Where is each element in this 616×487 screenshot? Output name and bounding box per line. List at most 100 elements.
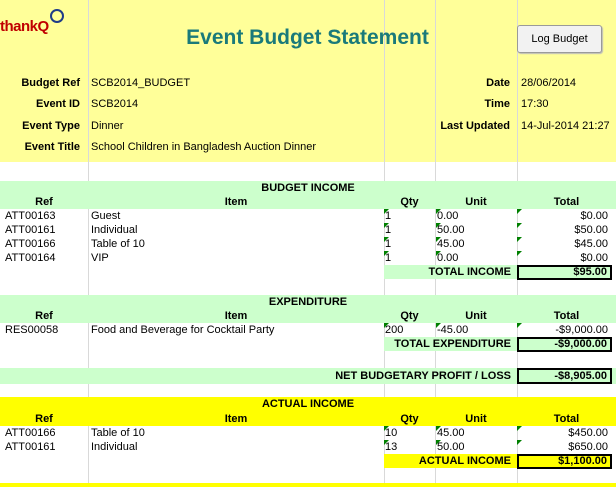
cell-total[interactable]: $50.00 <box>518 223 608 237</box>
cell-item[interactable]: Individual <box>91 223 381 237</box>
cell-qty[interactable]: 1 <box>385 209 433 223</box>
col-qty: Qty <box>400 196 419 208</box>
col-unit: Unit <box>465 310 487 322</box>
actual-income-total-label: ACTUAL INCOME <box>384 454 517 468</box>
cell-qty[interactable]: 10 <box>385 426 433 440</box>
cell-comment-marker-icon <box>517 223 522 228</box>
col-qty: Qty <box>400 310 419 322</box>
col-item: Item <box>224 196 248 208</box>
cell-unit[interactable]: 50.00 <box>437 223 515 237</box>
cell-comment-marker-icon <box>436 251 441 256</box>
expenditure-header-row: Ref Item Qty Unit Total <box>0 309 616 323</box>
cell-item[interactable]: VIP <box>91 251 381 265</box>
table-row: ATT00166 Table of 10 10 45.00 $450.00 <box>0 426 616 440</box>
cell-unit[interactable]: 0.00 <box>437 209 515 223</box>
last-updated-label: Last Updated <box>440 120 510 132</box>
actual-income-total-row: ACTUAL INCOME $1,100.00 <box>0 454 616 469</box>
cell-comment-marker-icon <box>517 209 522 214</box>
cell-qty[interactable]: 1 <box>385 223 433 237</box>
total-income-label: TOTAL INCOME <box>384 265 517 279</box>
event-id-value: SCB2014 <box>91 98 139 110</box>
cell-item[interactable]: Table of 10 <box>91 237 381 251</box>
net-profit-value[interactable]: -$8,905.00 <box>517 368 612 384</box>
cell-comment-marker-icon <box>436 426 441 431</box>
col-ref: Ref <box>35 413 53 425</box>
actual-income-header-row: Ref Item Qty Unit Total <box>0 412 616 426</box>
cell-total[interactable]: $0.00 <box>518 251 608 265</box>
cell-comment-marker-icon <box>384 426 389 431</box>
last-updated-value: 14-Jul-2014 21:27 <box>521 120 610 132</box>
col-total: Total <box>553 413 580 425</box>
next-section-band <box>0 483 616 487</box>
cell-total[interactable]: $45.00 <box>518 237 608 251</box>
cell-ref[interactable]: ATT00161 <box>5 223 88 237</box>
cell-unit[interactable]: 45.00 <box>437 237 515 251</box>
log-budget-button[interactable]: Log Budget <box>517 25 602 53</box>
cell-unit[interactable]: -45.00 <box>437 323 515 337</box>
cell-item[interactable]: Guest <box>91 209 381 223</box>
event-type-label: Event Type <box>22 120 80 132</box>
total-income-row: TOTAL INCOME $95.00 <box>0 265 616 280</box>
cell-ref[interactable]: ATT00166 <box>5 426 88 440</box>
cell-ref[interactable]: ATT00164 <box>5 251 88 265</box>
cell-unit[interactable]: 45.00 <box>437 426 515 440</box>
cell-ref[interactable]: ATT00163 <box>5 209 88 223</box>
date-value: 28/06/2014 <box>521 77 577 89</box>
total-expenditure-row: TOTAL EXPENDITURE -$9,000.00 <box>0 337 616 352</box>
cell-item[interactable]: Table of 10 <box>91 426 381 440</box>
col-unit: Unit <box>465 413 487 425</box>
event-title-value: School Children in Bangladesh Auction Di… <box>91 141 317 153</box>
cell-comment-marker-icon <box>384 251 389 256</box>
logo-person-icon <box>50 9 64 23</box>
budget-income-header-row: Ref Item Qty Unit Total <box>0 195 616 209</box>
total-expenditure-label: TOTAL EXPENDITURE <box>384 337 517 351</box>
cell-qty[interactable]: 1 <box>385 237 433 251</box>
cell-total[interactable]: $0.00 <box>518 209 608 223</box>
table-row: ATT00166 Table of 10 1 45.00 $45.00 <box>0 237 616 251</box>
cell-unit[interactable]: 0.00 <box>437 251 515 265</box>
col-item: Item <box>224 310 248 322</box>
date-label: Date <box>486 77 510 89</box>
cell-qty[interactable]: 13 <box>385 440 433 454</box>
spreadsheet: thankQ Event Budget Statement Log Budget… <box>0 0 616 487</box>
cell-comment-marker-icon <box>436 237 441 242</box>
cell-total[interactable]: -$9,000.00 <box>518 323 608 337</box>
cell-comment-marker-icon <box>436 223 441 228</box>
event-id-label: Event ID <box>35 98 80 110</box>
thankq-logo: thankQ <box>0 8 70 36</box>
table-row: ATT00161 Individual 1 50.00 $50.00 <box>0 223 616 237</box>
col-unit: Unit <box>465 196 487 208</box>
cell-comment-marker-icon <box>384 237 389 242</box>
cell-ref[interactable]: RES00058 <box>5 323 88 337</box>
cell-comment-marker-icon <box>384 209 389 214</box>
total-income-value[interactable]: $95.00 <box>517 265 612 280</box>
total-expenditure-value[interactable]: -$9,000.00 <box>517 337 612 352</box>
table-row: RES00058 Food and Beverage for Cocktail P… <box>0 323 616 337</box>
actual-income-title-row: ACTUAL INCOME <box>0 397 616 412</box>
cell-ref[interactable]: ATT00166 <box>5 237 88 251</box>
actual-income-title: ACTUAL INCOME <box>261 398 355 410</box>
cell-unit[interactable]: 50.00 <box>437 440 515 454</box>
col-total: Total <box>553 310 580 322</box>
table-row: ATT00161 Individual 13 50.00 $650.00 <box>0 440 616 454</box>
cell-qty[interactable]: 1 <box>385 251 433 265</box>
page-title: Event Budget Statement <box>186 26 429 49</box>
col-item: Item <box>224 413 248 425</box>
cell-item[interactable]: Food and Beverage for Cocktail Party <box>91 323 381 337</box>
cell-qty[interactable]: 200 <box>385 323 433 337</box>
cell-ref[interactable]: ATT00161 <box>5 440 88 454</box>
cell-item[interactable]: Individual <box>91 440 381 454</box>
actual-income-total-value[interactable]: $1,100.00 <box>517 454 612 469</box>
cell-comment-marker-icon <box>517 323 522 328</box>
net-profit-row: NET BUDGETARY PROFIT / LOSS -$8,905.00 <box>0 368 616 384</box>
time-label: Time <box>484 98 510 110</box>
net-profit-label: NET BUDGETARY PROFIT / LOSS <box>335 370 511 382</box>
cell-comment-marker-icon <box>436 440 441 445</box>
col-ref: Ref <box>35 196 53 208</box>
cell-comment-marker-icon <box>517 237 522 242</box>
col-ref: Ref <box>35 310 53 322</box>
event-title-label: Event Title <box>24 141 80 153</box>
cell-total[interactable]: $650.00 <box>518 440 608 454</box>
cell-comment-marker-icon <box>384 440 389 445</box>
cell-total[interactable]: $450.00 <box>518 426 608 440</box>
